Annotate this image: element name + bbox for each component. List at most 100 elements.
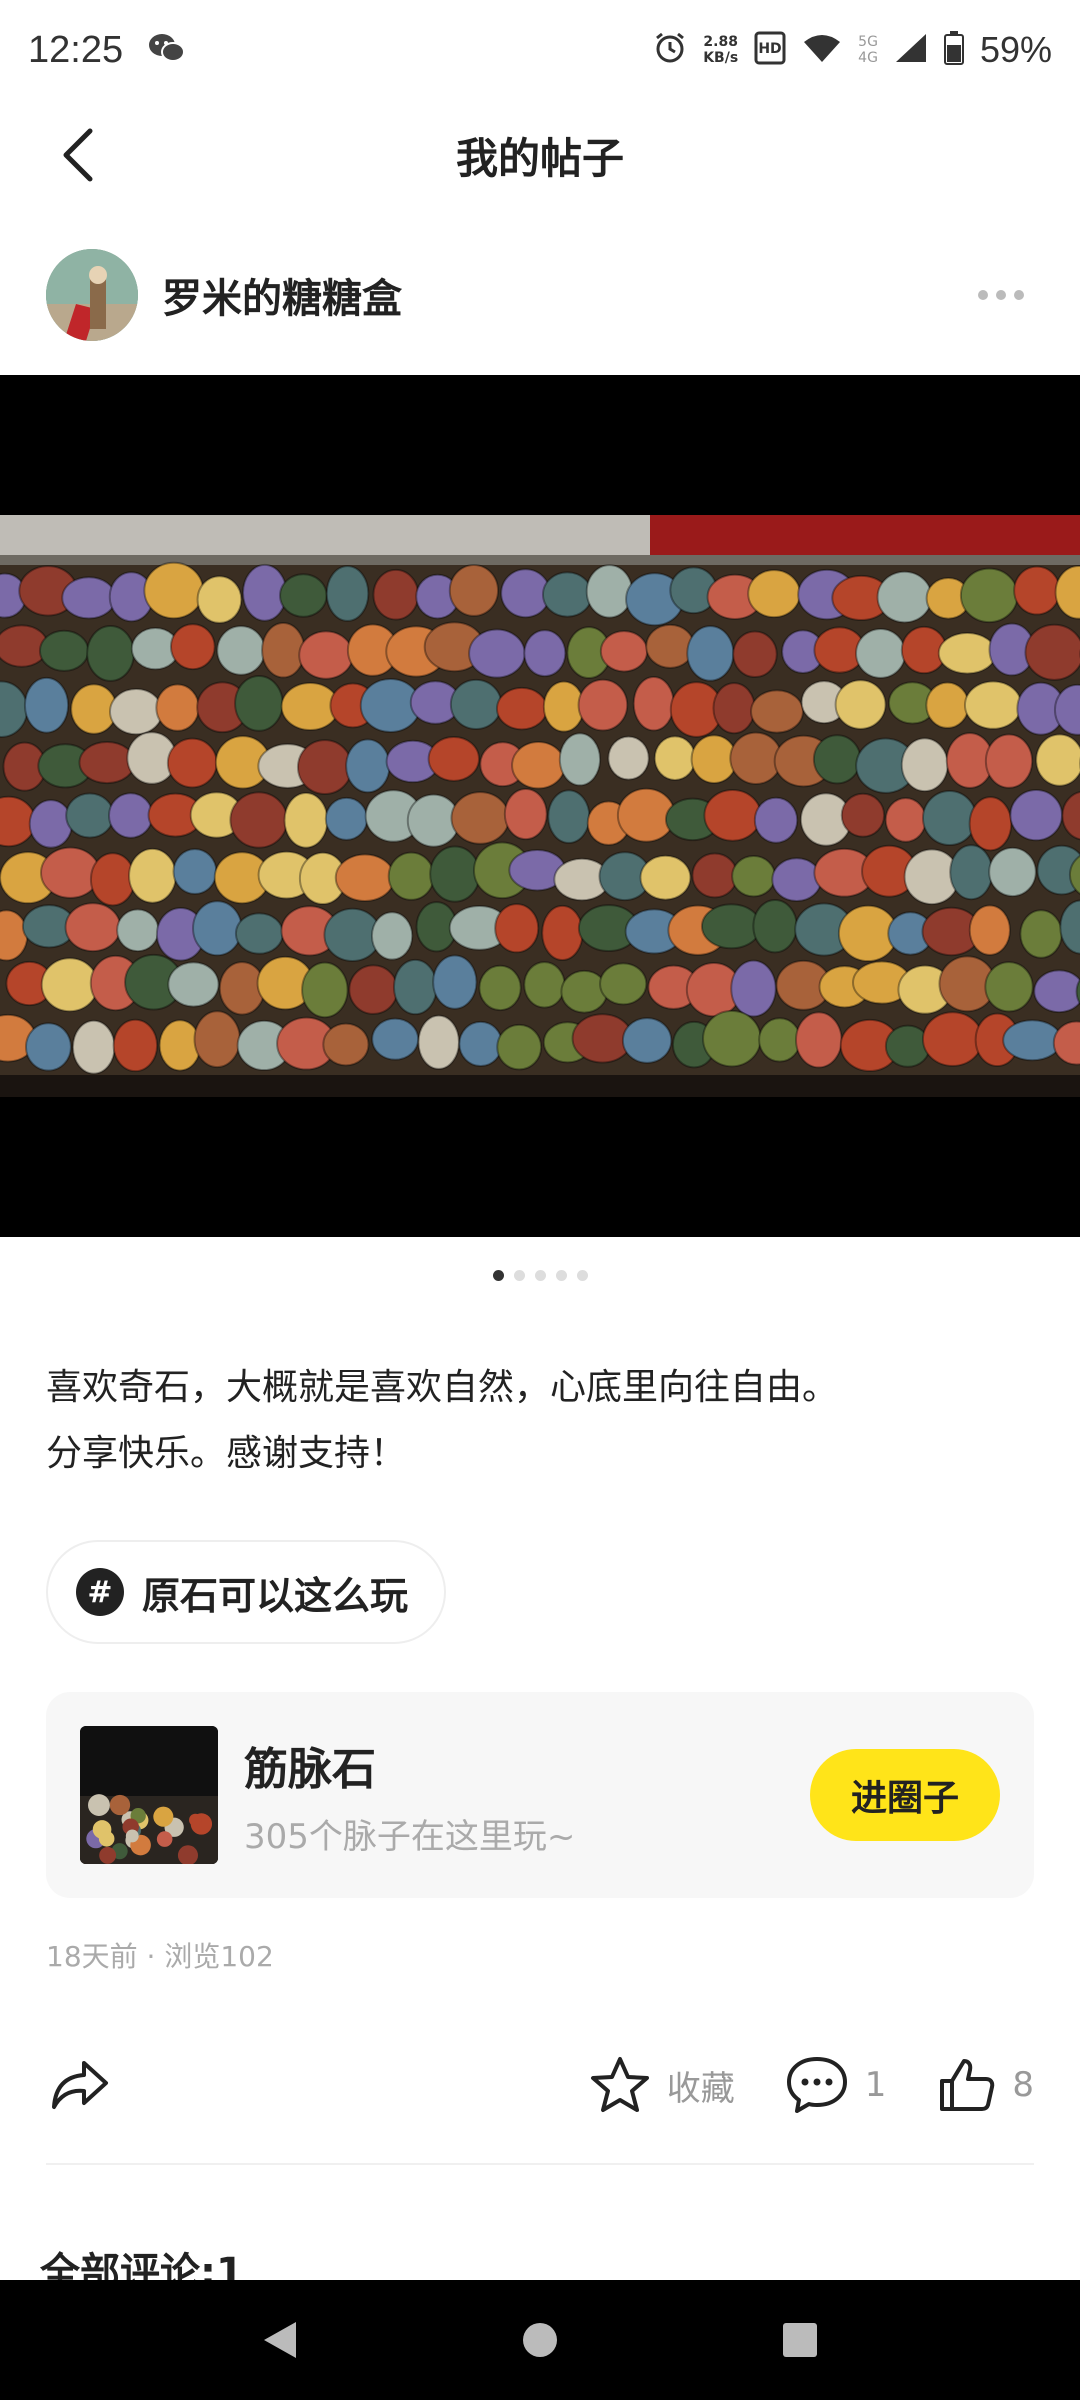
stone-shape	[639, 854, 692, 901]
stone-shape	[172, 848, 218, 895]
net-speed-unit: KB/s	[703, 50, 739, 66]
stone-shape	[345, 738, 391, 794]
nav-back-button[interactable]	[240, 2300, 320, 2380]
thumb-stone-shape	[98, 1831, 115, 1847]
favorite-button[interactable]: 收藏	[589, 2055, 735, 2115]
stone-shape	[752, 898, 798, 954]
nav-recents-button[interactable]	[760, 2300, 840, 2380]
topic-chip[interactable]: # 原石可以这么玩	[46, 1540, 447, 1644]
stone-shape	[607, 735, 650, 781]
stone-shape	[261, 622, 306, 679]
stone-shape	[732, 630, 778, 679]
stone-shape	[387, 851, 435, 901]
like-button[interactable]: 8	[936, 2055, 1034, 2115]
stone-shape	[645, 623, 696, 669]
share-button[interactable]	[46, 2051, 114, 2119]
stone-shape	[1024, 623, 1080, 681]
stone-shape	[599, 630, 649, 673]
stone-shape	[370, 911, 414, 961]
stone-shape	[334, 853, 396, 903]
stone-shape	[876, 570, 933, 624]
stone-shape	[234, 675, 284, 732]
stone-shape	[937, 632, 997, 675]
network-5g: 5G	[858, 34, 878, 50]
stone-shape	[1019, 909, 1063, 959]
stone-shape	[167, 961, 220, 1008]
back-button[interactable]	[48, 122, 108, 188]
stone-shape	[632, 675, 675, 732]
author-row: 罗米的糖糖盒	[0, 245, 1080, 345]
more-options-button[interactable]	[968, 280, 1034, 310]
hd-icon: HD	[754, 31, 786, 69]
circle-name: 筋脉石	[244, 1743, 376, 1795]
stone-shape	[322, 1022, 370, 1067]
stone-shape	[758, 1017, 802, 1063]
post-meta: 18天前 · 浏览102	[46, 1940, 274, 1973]
stone-shape	[116, 908, 160, 953]
topic-label: 原石可以这么玩	[142, 1573, 409, 1618]
divider	[46, 2163, 1034, 2165]
post-image-carousel[interactable]	[0, 375, 1080, 1237]
stone-shape	[834, 679, 887, 730]
stone-shape	[691, 852, 739, 899]
dot-icon	[996, 290, 1006, 300]
pager-dot	[513, 1270, 525, 1281]
stone-shape	[1033, 969, 1080, 1014]
back-arrow-icon	[63, 128, 93, 182]
stone-shape	[495, 686, 548, 731]
stone-shape	[511, 741, 566, 790]
stone-shape	[599, 962, 648, 1006]
pager-dot	[555, 1270, 567, 1281]
stone-shape	[166, 737, 218, 789]
thumb-stone-shape	[99, 1846, 117, 1864]
stone-shape	[23, 676, 70, 734]
comment-icon	[786, 2057, 847, 2113]
avatar[interactable]	[46, 249, 138, 341]
stone-shape	[771, 857, 823, 903]
stone-shape	[371, 1017, 420, 1061]
signal-icon	[894, 32, 928, 68]
status-time: 12:25	[28, 28, 124, 71]
pager-dot	[534, 1270, 546, 1281]
stone-shape	[984, 733, 1034, 789]
action-bar: 收藏 1 8	[0, 2040, 1080, 2130]
stone-shape	[298, 630, 354, 680]
stone-shape	[884, 797, 927, 843]
stone-shape	[296, 739, 353, 795]
stone-shape	[840, 792, 886, 838]
stone-shape	[448, 564, 500, 617]
circle-description: 305个脉子在这里玩~	[244, 1816, 576, 1857]
stone-shape	[541, 571, 593, 618]
triangle-back-icon	[264, 2322, 296, 2358]
stone-shape	[61, 576, 117, 620]
author-name[interactable]: 罗米的糖糖盒	[162, 266, 402, 324]
thumb-stone-shape	[125, 1829, 139, 1843]
nav-home-button[interactable]	[500, 2300, 580, 2380]
comment-button[interactable]: 1	[785, 2055, 886, 2115]
share-icon	[52, 2061, 108, 2109]
stone-shape	[523, 961, 566, 1009]
join-circle-button[interactable]: 进圈子	[810, 1749, 1000, 1841]
stone-shape	[747, 569, 801, 619]
svg-text:HD: HD	[759, 41, 782, 57]
stone-shape	[128, 847, 177, 904]
stone-shape	[547, 789, 591, 844]
star-icon	[590, 2057, 649, 2112]
stone-shape	[925, 681, 970, 729]
stone-shape	[731, 854, 776, 898]
stone-shape	[968, 904, 1011, 956]
stone-shape	[193, 1010, 241, 1069]
stone-shape	[40, 957, 99, 1013]
stone-shape	[392, 958, 438, 1016]
stone-shape	[325, 565, 370, 622]
stone-shape	[372, 568, 420, 621]
stone-shape	[750, 689, 804, 734]
stone-shape	[216, 625, 266, 676]
stone-shape	[1002, 1019, 1063, 1062]
pager-dot	[492, 1270, 504, 1281]
stone-shape	[468, 628, 526, 679]
post-line: 喜欢奇石，大概就是喜欢自然，心底里向往自由。	[46, 1367, 839, 1408]
stone-shape	[855, 627, 907, 679]
circle-card[interactable]: 筋脉石 305个脉子在这里玩~ 进圈子	[46, 1692, 1034, 1898]
stone-shape	[283, 792, 329, 849]
